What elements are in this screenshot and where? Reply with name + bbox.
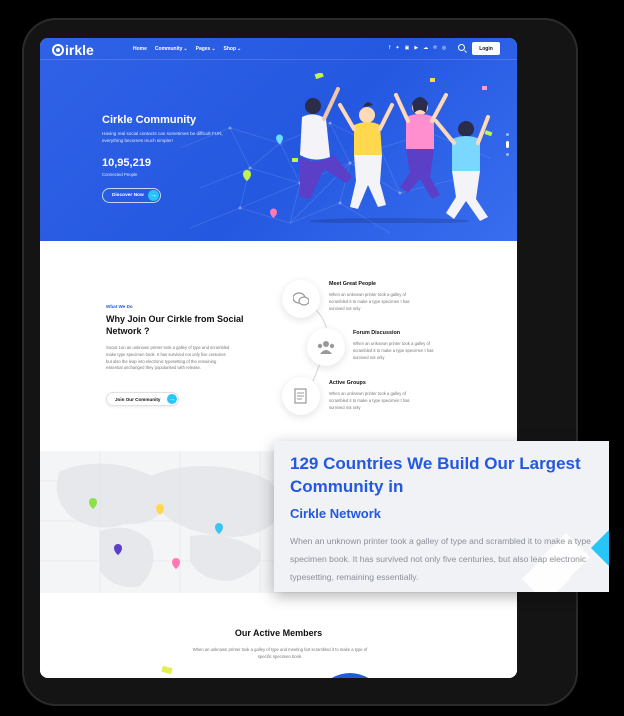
logo-text: irkle [65,42,94,58]
social-links: f ✦ ▣ ▶ ☁ ℗ ◎ [389,45,446,51]
youtube-icon[interactable]: ▶ [414,45,418,51]
feature-description: When an unknown printer took a galley of… [353,341,434,360]
member-avatar-edge [331,673,369,678]
login-button[interactable]: Login [472,42,500,55]
network-subtitle: Cirkle Network [290,506,382,521]
join-community-label: Join Our Community [115,396,161,402]
menu-item-label: Home [133,46,147,52]
community-people-illustration [292,73,493,223]
linkedin-icon[interactable]: ▣ [405,45,410,51]
group-icon [317,341,335,354]
why-join-description: Social 1un an unknown printer took a gal… [106,345,230,371]
map-pin-icon[interactable] [113,543,123,556]
feature-icon-circle [282,377,320,415]
document-icon [294,388,307,404]
menu-item-pages[interactable]: Pages ⌄ [196,46,216,52]
connected-count: 10,95,219 [102,157,151,169]
logo-mark-icon [52,44,64,56]
map-pin-icon[interactable] [214,522,224,535]
instagram-icon[interactable]: ◎ [442,45,446,51]
join-community-button[interactable]: Join Our Community → [106,392,179,406]
map-pin-icon[interactable] [171,557,181,570]
discover-now-button[interactable]: Discover Now → [102,188,161,203]
main-menu: Home Community ⌄ Pages ⌄ Shop ⌄ [133,46,241,52]
hero-description: Having real social contacts can sometime… [102,131,223,143]
map-pin-icon[interactable] [155,503,165,516]
connected-count-label: Connected People [102,172,138,177]
why-join-title: Why Join Our Cirkle from Social Network … [106,314,244,336]
menu-item-label: Shop [223,46,237,52]
chevron-down-icon: ⌄ [183,46,188,52]
soundcloud-icon[interactable]: ☁ [423,45,428,51]
confetti-decoration [161,665,173,675]
map-pin-icon [243,170,251,181]
slider-dots [506,133,509,156]
feature-description: When an unknown printer took a galley of… [329,292,410,311]
slider-dot-active[interactable] [506,141,509,148]
countries-description: When an unknown printer took a galley of… [290,536,591,582]
search-icon[interactable] [458,44,465,51]
hero-section: irkle Home Community ⌄ Pages ⌄ Shop ⌄ f ✦ ▣… [40,38,517,241]
feature-icon-circle [307,328,345,366]
chat-bubbles-icon [293,292,309,306]
map-pin-icon[interactable] [88,497,98,510]
pinterest-icon[interactable]: ℗ [433,45,437,51]
feature-title: Forum Discussion [353,330,401,336]
feature-title: Meet Great People [329,281,377,287]
twitter-icon[interactable]: ✦ [395,45,399,51]
feature-icon-circle [282,280,320,318]
feature-description: When an unknown printer took a galley of… [329,391,410,410]
cirkle-logo[interactable]: irkle [52,42,94,58]
discover-now-label: Discover Now [112,193,144,198]
section-kicker: What We Do [106,304,133,309]
countries-title: 129 Countries We Build Our Largest Commu… [290,454,581,496]
menu-item-label: Community [154,46,183,52]
menu-item-home[interactable]: Home [133,46,147,52]
slider-dot[interactable] [506,133,509,136]
countries-callout-card: 129 Countries We Build Our Largest Commu… [274,441,609,592]
why-join-section: What We Do Why Join Our Cirkle from Soci… [40,241,517,451]
hero-title: Cirkle Community [102,114,197,126]
active-members-description: When an unknown printer took a galley of… [192,647,368,659]
menu-item-shop[interactable]: Shop ⌄ [224,46,242,52]
feature-title: Active Groups [329,380,366,386]
slider-dot[interactable] [506,153,509,156]
arrow-right-icon: → [167,394,177,404]
top-nav: irkle Home Community ⌄ Pages ⌄ Shop ⌄ f ✦ ▣… [40,38,517,60]
menu-item-label: Pages [195,46,211,52]
chevron-down-icon: ⌄ [237,46,242,52]
active-members-title: Our Active Members [234,628,323,638]
menu-item-community[interactable]: Community ⌄ [155,46,188,52]
active-members-section: Our Active Members When an unknown print… [40,593,517,678]
chevron-down-icon: ⌄ [211,46,216,52]
facebook-icon[interactable]: f [389,45,390,51]
arrow-right-icon: → [148,190,159,201]
